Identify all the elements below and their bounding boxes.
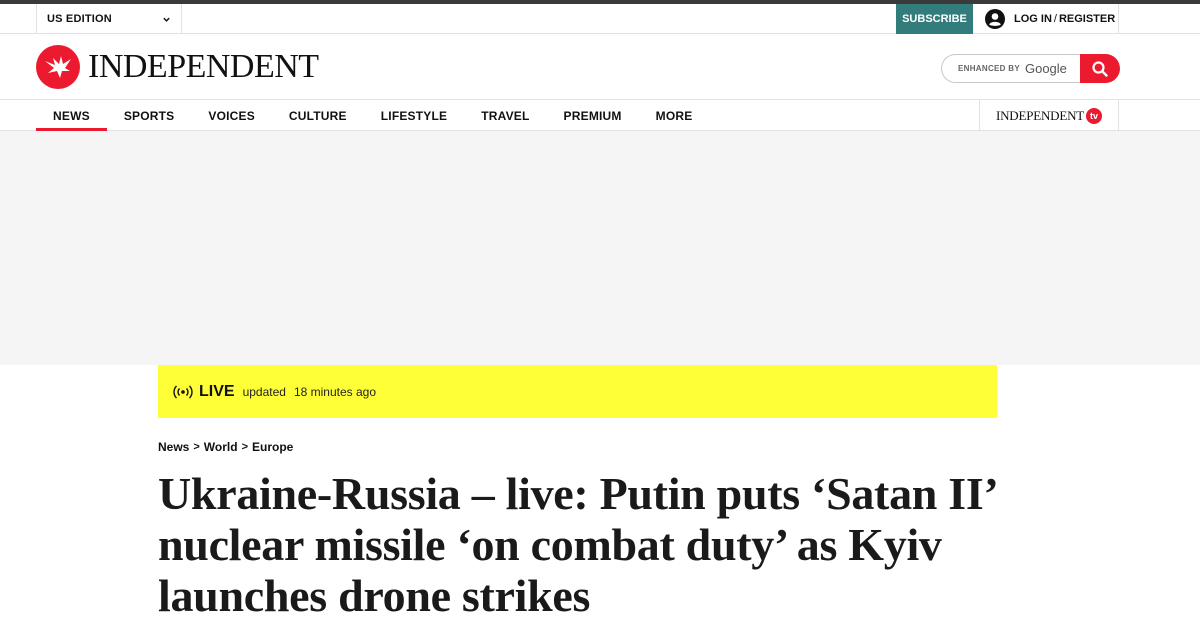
breadcrumb-separator: > bbox=[193, 441, 200, 453]
nav-item-news[interactable]: NEWS bbox=[36, 100, 107, 131]
edition-label: US EDITION bbox=[47, 13, 112, 25]
updated-label: updated bbox=[242, 384, 286, 399]
tv-wordmark: INDEPENDENT bbox=[995, 107, 1085, 123]
subscribe-label: SUBSCRIBE bbox=[902, 13, 967, 25]
breadcrumb-europe[interactable]: Europe bbox=[252, 440, 293, 454]
breadcrumb-separator: > bbox=[241, 441, 249, 453]
live-banner: LIVE updated 18 minutes ago bbox=[158, 365, 997, 418]
nav-item-sports[interactable]: SPORTS bbox=[107, 100, 192, 131]
google-label: Google bbox=[1024, 61, 1067, 76]
chevron-down-icon bbox=[163, 17, 170, 22]
nav-item-culture[interactable]: CULTURE bbox=[272, 100, 364, 131]
user-icon bbox=[985, 9, 1005, 29]
search-button[interactable] bbox=[1080, 54, 1120, 83]
search-icon bbox=[1092, 60, 1108, 77]
breadcrumb-news[interactable]: News bbox=[158, 440, 189, 454]
login-separator: / bbox=[1053, 13, 1057, 25]
updated-time: 18 minutes ago bbox=[293, 384, 377, 399]
nav-list: NEWS SPORTS VOICES CULTURE LIFESTYLE TRA… bbox=[36, 100, 709, 131]
breadcrumb-world[interactable]: World bbox=[204, 440, 238, 454]
nav-item-more[interactable]: MORE bbox=[639, 100, 710, 131]
enhanced-by-label: ENHANCED BY bbox=[958, 64, 1020, 73]
tv-badge: tv bbox=[1086, 107, 1103, 124]
article-headline: Ukraine-Russia – live: Putin puts ‘Satan… bbox=[158, 468, 996, 621]
nav-item-premium[interactable]: PREMIUM bbox=[547, 100, 639, 131]
live-label: LIVE bbox=[199, 382, 235, 400]
ad-slot bbox=[0, 131, 1200, 365]
nav-item-voices[interactable]: VOICES bbox=[191, 100, 272, 131]
register-label: REGISTER bbox=[1058, 13, 1116, 25]
search-input[interactable]: ENHANCED BY Google bbox=[941, 54, 1086, 83]
breadcrumb: News > World > Europe bbox=[158, 439, 293, 455]
site-search: ENHANCED BY Google bbox=[941, 54, 1120, 83]
nav-item-lifestyle[interactable]: LIFESTYLE bbox=[364, 100, 464, 131]
subscribe-button[interactable]: SUBSCRIBE bbox=[896, 4, 973, 34]
broadcast-icon bbox=[173, 385, 193, 398]
utility-bar: US EDITION SUBSCRIBE LOG IN / REGISTER bbox=[0, 4, 1200, 34]
masthead: INDEPENDENT ENHANCED BY Google bbox=[0, 34, 1200, 100]
eagle-logo-icon bbox=[36, 45, 80, 89]
main-nav: NEWS SPORTS VOICES CULTURE LIFESTYLE TRA… bbox=[0, 100, 1200, 131]
login-register-link[interactable]: LOG IN / REGISTER bbox=[973, 4, 1119, 34]
nav-item-travel[interactable]: TRAVEL bbox=[464, 100, 546, 131]
site-wordmark: INDEPENDENT bbox=[88, 48, 319, 85]
site-logo[interactable]: INDEPENDENT bbox=[36, 44, 319, 90]
edition-selector[interactable]: US EDITION bbox=[36, 4, 182, 34]
independent-tv-link[interactable]: INDEPENDENT tv bbox=[979, 100, 1119, 131]
login-label: LOG IN bbox=[1014, 13, 1052, 25]
